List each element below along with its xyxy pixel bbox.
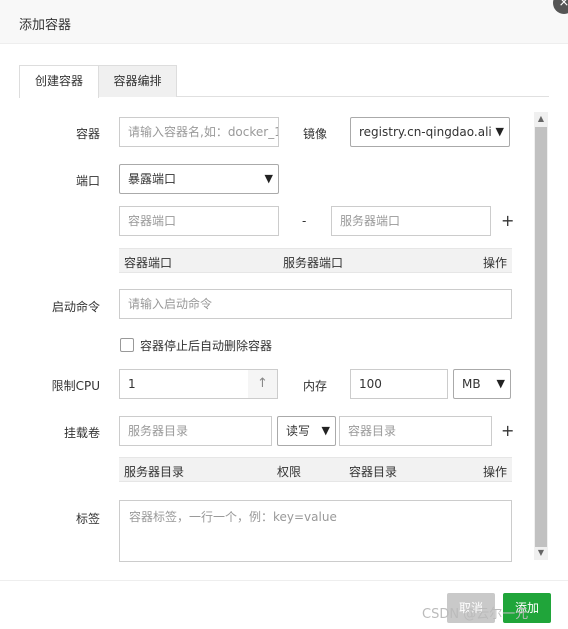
volume-th-container-dir: 容器目录 bbox=[349, 465, 398, 479]
volume-permission-value: 读写 bbox=[286, 424, 311, 438]
image-select[interactable]: registry.cn-qingdao.ali ▼ bbox=[350, 117, 510, 147]
cpu-limit-input[interactable]: 1 bbox=[119, 369, 249, 399]
port-separator: - bbox=[302, 214, 307, 228]
scroll-up-icon[interactable]: ▲ bbox=[534, 112, 548, 126]
chevron-down-icon: ▼ bbox=[495, 125, 504, 138]
scroll-down-icon[interactable]: ▼ bbox=[534, 546, 548, 560]
container-port-input[interactable]: 容器端口 bbox=[119, 206, 279, 236]
auto-remove-label: 容器停止后自动删除容器 bbox=[140, 339, 273, 353]
tab-bar: 创建容器 容器编排 bbox=[19, 65, 549, 98]
volume-table-header: 服务器目录 权限 容器目录 操作 bbox=[119, 457, 512, 482]
image-label: 镜像 bbox=[302, 127, 327, 141]
add-volume-icon[interactable]: + bbox=[501, 421, 514, 440]
cpu-limit-label: 限制CPU bbox=[51, 379, 100, 393]
add-port-icon[interactable]: + bbox=[501, 211, 514, 230]
volume-permission-select[interactable]: 读写 ▼ bbox=[277, 416, 336, 446]
volume-th-actions: 操作 bbox=[483, 465, 508, 479]
dialog-header: 添加容器 bbox=[0, 0, 568, 44]
memory-input[interactable]: 100 bbox=[350, 369, 448, 399]
tags-textarea[interactable]: 容器标签，一行一个，例：key=value bbox=[119, 500, 512, 562]
chevron-down-icon: ▼ bbox=[264, 172, 273, 185]
volume-server-dir-input[interactable]: 服务器目录 bbox=[119, 416, 272, 446]
start-command-label: 启动命令 bbox=[51, 300, 100, 314]
port-th-actions: 操作 bbox=[483, 256, 508, 270]
port-th-server-port: 服务器端口 bbox=[283, 256, 344, 270]
volume-label: 挂载卷 bbox=[63, 426, 100, 440]
port-th-container-port: 容器端口 bbox=[124, 256, 173, 270]
scrollbar-thumb[interactable] bbox=[535, 127, 547, 547]
port-label: 端口 bbox=[75, 174, 100, 188]
start-command-input[interactable]: 请输入启动命令 bbox=[119, 289, 512, 319]
csdn-watermark: CSDN @云尔一元 bbox=[422, 607, 529, 622]
chevron-down-icon: ▼ bbox=[496, 377, 505, 390]
volume-th-permission: 权限 bbox=[277, 465, 302, 479]
add-container-dialog: 添加容器 × 创建容器 容器编排 容器 请输入容器名,如：docker_1 镜像… bbox=[0, 0, 568, 629]
cpu-stepper-up-icon[interactable]: ↑ bbox=[248, 369, 278, 399]
image-select-value: registry.cn-qingdao.ali bbox=[359, 125, 492, 139]
tab-create-container[interactable]: 创建容器 bbox=[19, 65, 99, 98]
memory-unit-select[interactable]: MB ▼ bbox=[453, 369, 511, 399]
port-mode-value: 暴露端口 bbox=[128, 172, 177, 186]
tab-container-compose[interactable]: 容器编排 bbox=[98, 65, 177, 97]
container-label: 容器 bbox=[75, 127, 100, 141]
memory-label: 内存 bbox=[302, 379, 327, 393]
volume-th-server-dir: 服务器目录 bbox=[124, 465, 185, 479]
dialog-title: 添加容器 bbox=[19, 18, 72, 33]
chevron-down-icon: ▼ bbox=[321, 424, 330, 437]
container-name-input[interactable]: 请输入容器名,如：docker_1 bbox=[119, 117, 279, 147]
auto-remove-checkbox[interactable] bbox=[120, 338, 134, 352]
form-scrollbar[interactable]: ▲ ▼ bbox=[534, 112, 548, 560]
server-port-input[interactable]: 服务器端口 bbox=[331, 206, 491, 236]
memory-unit-value: MB bbox=[462, 377, 481, 391]
port-table-header: 容器端口 服务器端口 操作 bbox=[119, 248, 512, 273]
volume-container-dir-input[interactable]: 容器目录 bbox=[339, 416, 492, 446]
tags-label: 标签 bbox=[75, 512, 100, 526]
port-mode-select[interactable]: 暴露端口 ▼ bbox=[119, 164, 279, 194]
